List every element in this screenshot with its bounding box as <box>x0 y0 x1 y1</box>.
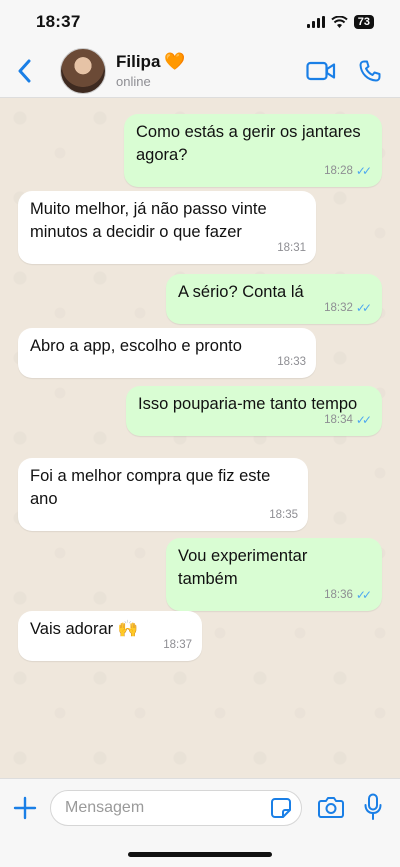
sticker-icon[interactable] <box>270 797 292 819</box>
contact-name: Filipa <box>116 52 161 71</box>
message-time: 18:35 <box>269 509 298 521</box>
message-text: Como estás a gerir os jantares agora? <box>136 123 361 164</box>
composer-bar <box>0 778 400 867</box>
read-ticks-icon: ✓✓ <box>355 164 372 178</box>
message-time: 18:28 <box>324 165 353 177</box>
message-time: 18:33 <box>277 356 306 368</box>
plus-icon[interactable] <box>12 795 38 821</box>
message-time: 18:31 <box>277 242 306 254</box>
avatar[interactable] <box>60 47 106 94</box>
contact-status: online <box>116 74 151 89</box>
message-incoming[interactable]: Abro a app, escolho e pronto 18:33 <box>18 328 316 378</box>
message-incoming[interactable]: Foi a melhor compra que fiz este ano 18:… <box>18 458 308 531</box>
message-time: 18:36 <box>324 589 353 601</box>
signal-icon <box>306 16 325 28</box>
message-outgoing[interactable]: Isso pouparia-me tanto tempo 18:34 ✓✓ <box>126 386 382 436</box>
message-time: 18:32 <box>324 302 353 314</box>
read-ticks-icon: ✓✓ <box>355 588 372 602</box>
message-list[interactable]: Como estás a gerir os jantares agora? 18… <box>0 98 400 778</box>
status-icons: 73 <box>306 15 374 29</box>
message-incoming[interactable]: Vais adorar 🙌 18:37 <box>18 611 202 661</box>
contact-info[interactable]: Filipa 🧡 online <box>116 52 186 89</box>
chat-header: Filipa 🧡 online <box>0 44 400 98</box>
battery-icon: 73 <box>353 15 374 29</box>
back-button[interactable] <box>6 51 42 91</box>
message-input[interactable] <box>50 790 302 826</box>
microphone-icon[interactable] <box>364 793 382 821</box>
wifi-icon <box>331 16 348 28</box>
message-text: A sério? Conta lá <box>178 283 304 301</box>
message-text: Vou experimentar também <box>178 547 308 588</box>
message-time: 18:37 <box>163 639 192 651</box>
video-call-icon[interactable] <box>306 61 336 81</box>
status-time: 18:37 <box>36 12 81 31</box>
message-text: Vais adorar 🙌 <box>30 620 139 638</box>
message-incoming[interactable]: Muito melhor, já não passo vinte minutos… <box>18 191 316 264</box>
read-ticks-icon: ✓✓ <box>355 301 372 315</box>
message-outgoing[interactable]: Vou experimentar também 18:36 ✓✓ <box>166 538 382 611</box>
orange-heart-icon: 🧡 <box>164 52 186 71</box>
message-text: Muito melhor, já não passo vinte minutos… <box>30 200 267 241</box>
message-text: Foi a melhor compra que fiz este ano <box>30 467 271 508</box>
message-outgoing[interactable]: Como estás a gerir os jantares agora? 18… <box>124 114 382 187</box>
home-indicator <box>128 852 272 857</box>
chevron-left-icon <box>18 59 31 82</box>
read-ticks-icon: ✓✓ <box>355 413 372 427</box>
message-outgoing[interactable]: A sério? Conta lá 18:32 ✓✓ <box>166 274 382 324</box>
camera-icon[interactable] <box>318 795 344 819</box>
phone-icon[interactable] <box>358 59 382 83</box>
message-time: 18:34 <box>324 414 353 426</box>
status-bar: 18:37 73 <box>0 0 400 44</box>
message-text: Abro a app, escolho e pronto <box>30 337 242 355</box>
